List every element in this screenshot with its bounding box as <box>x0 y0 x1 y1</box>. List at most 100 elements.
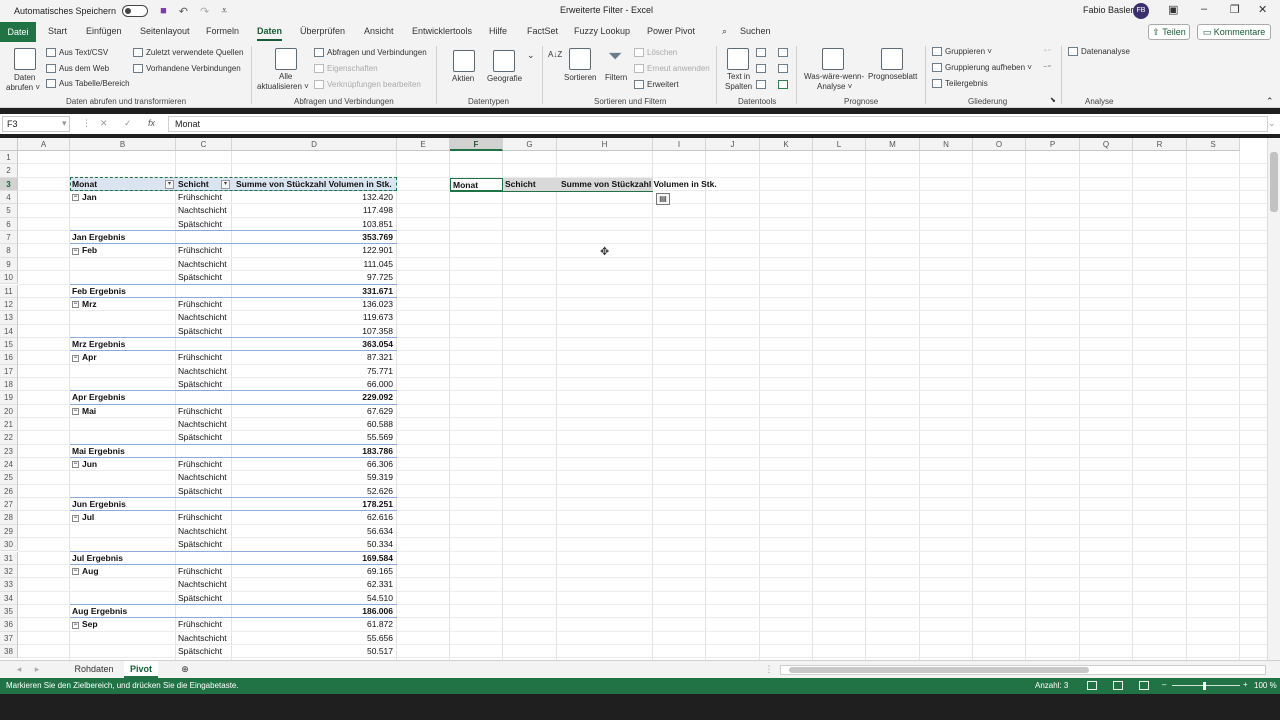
pivot-shift-label[interactable]: Nachtschicht <box>178 525 232 538</box>
worksheet-grid[interactable]: A B C D E F G H I J K L M N O P Q R S 1 2 3 4 5 6 7 8 9 10 11 12 13 14 15… <box>0 138 1267 660</box>
row-header[interactable]: 9 <box>0 257 18 272</box>
vertical-scroll-thumb[interactable] <box>1270 152 1278 212</box>
get-data-label-1[interactable]: Daten <box>14 73 35 82</box>
save-icon[interactable]: ■ <box>160 5 167 17</box>
row-header[interactable]: 29 <box>0 524 18 539</box>
pivot-value-cell[interactable]: 50.334 <box>232 538 397 551</box>
pivot-shift-label[interactable]: Nachtschicht <box>178 632 232 645</box>
pivot-value-cell[interactable]: 60.588 <box>232 418 397 431</box>
pivot-shift-label[interactable]: Nachtschicht <box>178 258 232 271</box>
minimize-icon[interactable]: – <box>1201 3 1207 15</box>
row-header[interactable]: 26 <box>0 484 18 499</box>
collapse-ribbon-icon[interactable]: ⌃ <box>1266 96 1274 107</box>
row-header[interactable]: 14 <box>0 324 18 338</box>
row-header[interactable]: 18 <box>0 377 18 392</box>
tab-daten[interactable]: Daten <box>257 26 283 41</box>
collapse-month-icon[interactable]: − <box>72 568 79 576</box>
pivot-value-cell[interactable]: 363.054 <box>232 338 397 351</box>
pivot-shift-label[interactable]: Nachtschicht <box>178 311 232 324</box>
filter-button[interactable]: Filtern <box>605 73 627 82</box>
zoom-out-icon[interactable]: – <box>1162 680 1166 689</box>
pivot-value-cell[interactable]: 62.331 <box>232 578 397 591</box>
pivot-shift-label[interactable]: Nachtschicht <box>178 578 232 591</box>
outline-dialog-launcher-icon[interactable]: ⬊ <box>1050 96 1056 104</box>
column-header[interactable]: M <box>866 138 920 151</box>
tab-factset[interactable]: FactSet <box>527 26 558 36</box>
zoom-in-icon[interactable]: + <box>1243 680 1248 689</box>
row-header[interactable]: 1 <box>0 151 18 165</box>
pivot-value-cell[interactable]: 119.673 <box>232 311 397 324</box>
pivot-value-cell[interactable]: 62.616 <box>232 511 397 524</box>
pivot-subtotal-label[interactable]: Apr Ergebnis <box>72 391 178 404</box>
zoom-level[interactable]: 100 % <box>1254 681 1277 690</box>
pivot-subtotal-label[interactable]: Jan Ergebnis <box>72 231 178 244</box>
tab-ansicht[interactable]: Ansicht <box>364 26 394 36</box>
row-header[interactable]: 32 <box>0 564 18 579</box>
pivot-shift-label[interactable]: Frühschicht <box>178 405 232 418</box>
next-sheet-icon[interactable]: ▸ <box>32 661 42 678</box>
row-header[interactable]: 4 <box>0 191 18 205</box>
collapse-month-icon[interactable]: − <box>72 407 79 415</box>
row-header[interactable]: 12 <box>0 297 18 312</box>
column-header[interactable]: L <box>813 138 866 151</box>
pivot-shift-label[interactable]: Spätschicht <box>178 271 232 284</box>
sheet-tab-rohdaten[interactable]: Rohdaten <box>66 661 122 678</box>
pivot-value-cell[interactable]: 122.901 <box>232 244 397 257</box>
pivot-shift-label[interactable]: Spätschicht <box>178 378 232 391</box>
collapse-month-icon[interactable]: − <box>72 194 79 202</box>
pivot-row-month[interactable]: − Jul <box>72 511 176 524</box>
autosave-toggle[interactable] <box>122 5 149 17</box>
column-header[interactable]: G <box>503 138 557 151</box>
from-text-csv-button[interactable]: Aus Text/CSV <box>46 48 108 58</box>
column-header[interactable]: Q <box>1080 138 1133 151</box>
pivot-shift-label[interactable]: Frühschicht <box>178 618 232 631</box>
row-header[interactable]: 30 <box>0 538 18 552</box>
column-header[interactable]: N <box>920 138 973 151</box>
consolidate-icon[interactable] <box>778 48 791 58</box>
row-header[interactable]: 35 <box>0 604 18 619</box>
customize-qat-icon[interactable]: ⩡ <box>221 5 227 18</box>
close-icon[interactable]: ✕ <box>1258 3 1267 16</box>
text-to-columns-label-1[interactable]: Text in <box>727 72 750 81</box>
zoom-slider[interactable] <box>1172 685 1240 686</box>
column-header[interactable]: I <box>653 138 706 151</box>
pivot-value-cell[interactable]: 229.092 <box>232 391 397 404</box>
from-table-button[interactable]: Aus Tabelle/Bereich <box>46 79 130 89</box>
pivot-value-cell[interactable]: 59.319 <box>232 471 397 484</box>
formula-input[interactable]: Monat <box>168 116 1268 132</box>
zoom-slider-knob[interactable] <box>1203 682 1206 690</box>
copied-header-schicht[interactable]: Schicht <box>503 177 557 191</box>
restore-icon[interactable]: ❐ <box>1230 3 1240 16</box>
pivot-value-cell[interactable]: 103.851 <box>232 218 397 231</box>
column-header[interactable]: E <box>397 138 450 151</box>
name-box[interactable]: F3 <box>2 116 70 132</box>
pivot-row-month[interactable]: − Feb <box>72 244 176 257</box>
pivot-subtotal-label[interactable]: Mrz Ergebnis <box>72 338 178 351</box>
properties-button[interactable]: Eigenschaften <box>314 64 378 74</box>
pivot-value-cell[interactable]: 186.006 <box>232 605 397 618</box>
tab-fuzzy-lookup[interactable]: Fuzzy Lookup <box>574 26 630 36</box>
insert-function-icon[interactable]: fx <box>148 118 155 128</box>
edit-links-button[interactable]: Verknüpfungen bearbeiten <box>314 80 421 90</box>
pivot-row-month[interactable]: − Apr <box>72 351 176 364</box>
pivot-shift-label[interactable]: Nachtschicht <box>178 204 232 217</box>
tab-split-handle-icon[interactable]: ⋮ <box>764 661 774 678</box>
pivot-value-cell[interactable]: 107.358 <box>232 325 397 338</box>
page-break-view-icon[interactable] <box>1139 681 1149 690</box>
data-validation-icon[interactable] <box>756 80 769 90</box>
collapse-month-icon[interactable]: − <box>72 354 79 362</box>
column-header[interactable]: C <box>176 138 232 151</box>
refresh-all-label-2[interactable]: aktualisieren ˅ <box>257 82 309 91</box>
group-button[interactable]: Gruppieren ˅ <box>932 47 992 57</box>
pivot-value-cell[interactable]: 87.321 <box>232 351 397 364</box>
tab-entwicklertools[interactable]: Entwicklertools <box>412 26 472 36</box>
queries-connections-button[interactable]: Abfragen und Verbindungen <box>314 48 427 58</box>
row-header[interactable]: 15 <box>0 337 18 352</box>
tab-start[interactable]: Start <box>48 26 67 36</box>
expand-formula-icon[interactable]: ⌄ <box>1268 118 1276 129</box>
pivot-value-cell[interactable]: 111.045 <box>232 258 397 271</box>
row-header[interactable]: 27 <box>0 498 18 512</box>
redo-icon[interactable]: ↷ <box>200 5 209 18</box>
row-header[interactable]: 2 <box>0 164 18 178</box>
avatar[interactable]: FB <box>1133 3 1149 19</box>
